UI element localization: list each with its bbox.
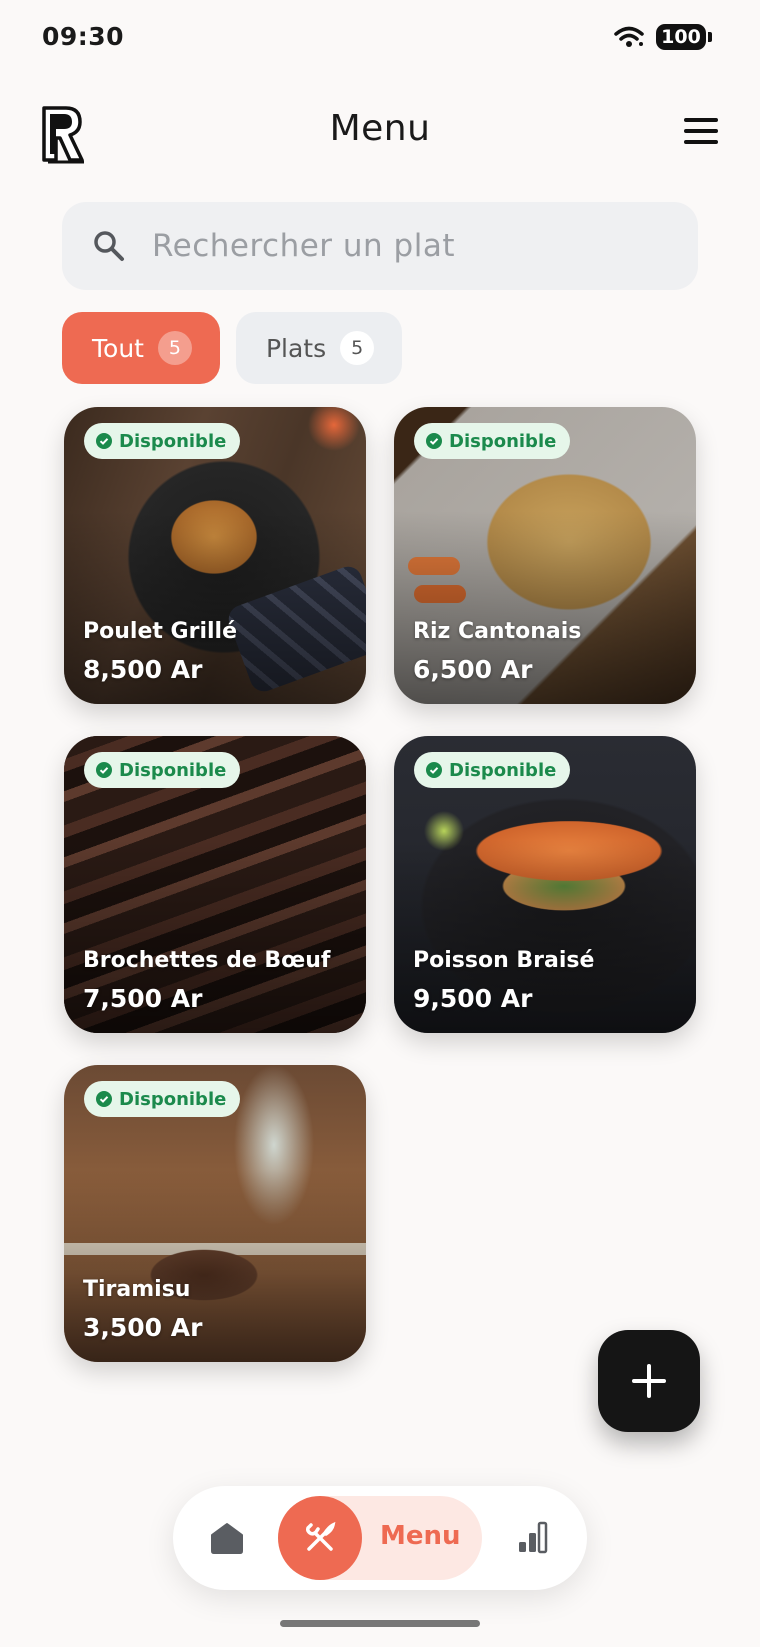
search-icon xyxy=(92,229,126,263)
status-badge: Disponible xyxy=(84,1081,241,1117)
dish-card[interactable]: Disponible Riz Cantonais 6,500 Ar xyxy=(394,407,696,704)
home-icon[interactable] xyxy=(209,1520,245,1556)
filter-chip-label: Plats xyxy=(265,333,327,363)
dish-name: Tiramisu xyxy=(83,1277,191,1302)
utensils-icon xyxy=(278,1496,362,1580)
hamburger-icon[interactable] xyxy=(684,118,718,144)
check-circle-icon xyxy=(96,1091,112,1107)
category-filters: Tout 5 Plats 5 xyxy=(62,312,403,384)
filter-chip-count: 5 xyxy=(340,331,375,365)
dish-price: 6,500 Ar xyxy=(413,655,533,684)
status-bar: 09:30 100 xyxy=(0,0,760,76)
status-badge-label: Disponible xyxy=(449,759,557,781)
nav-item-label: Menu xyxy=(380,1521,461,1551)
nav-item-menu[interactable]: Menu xyxy=(278,1496,482,1580)
filter-chip-count: 5 xyxy=(157,331,192,365)
dish-name: Riz Cantonais xyxy=(413,619,582,644)
header: Menu xyxy=(0,96,760,172)
check-circle-icon xyxy=(426,762,442,778)
status-indicators: 100 xyxy=(614,24,712,50)
dish-card[interactable]: Disponible Tiramisu 3,500 Ar xyxy=(64,1065,366,1362)
status-badge-label: Disponible xyxy=(119,1088,227,1110)
plus-icon xyxy=(632,1364,666,1398)
dish-price: 9,500 Ar xyxy=(413,984,533,1013)
search-input[interactable] xyxy=(152,228,632,264)
dish-price: 7,500 Ar xyxy=(83,984,203,1013)
home-indicator[interactable] xyxy=(280,1620,480,1627)
search-bar[interactable] xyxy=(62,202,698,290)
page-title: Menu xyxy=(329,108,431,149)
status-badge: Disponible xyxy=(84,423,241,459)
battery-icon: 100 xyxy=(656,24,712,50)
check-circle-icon xyxy=(96,433,112,449)
check-circle-icon xyxy=(426,433,442,449)
battery-level: 100 xyxy=(656,24,706,50)
status-time: 09:30 xyxy=(42,22,125,51)
dish-name: Poulet Grillé xyxy=(83,619,237,644)
check-circle-icon xyxy=(96,762,112,778)
filter-chip-label: Tout xyxy=(92,333,144,363)
dish-name: Brochettes de Bœuf xyxy=(83,948,331,973)
status-badge-label: Disponible xyxy=(119,430,227,452)
filter-chip-plats[interactable]: Plats 5 xyxy=(235,312,403,384)
status-badge: Disponible xyxy=(84,752,241,788)
dish-name: Poisson Braisé xyxy=(413,948,595,973)
bottom-nav: Menu xyxy=(173,1486,587,1590)
dish-price: 3,500 Ar xyxy=(83,1313,203,1342)
dish-card[interactable]: Disponible Brochettes de Bœuf 7,500 Ar xyxy=(64,736,366,1033)
dish-price: 8,500 Ar xyxy=(83,655,203,684)
dish-card[interactable]: Disponible Poisson Braisé 9,500 Ar xyxy=(394,736,696,1033)
filter-chip-tout[interactable]: Tout 5 xyxy=(62,312,220,384)
add-dish-button[interactable] xyxy=(598,1330,700,1432)
status-badge: Disponible xyxy=(414,752,571,788)
status-badge: Disponible xyxy=(414,423,571,459)
dish-card[interactable]: Disponible Poulet Grillé 8,500 Ar xyxy=(64,407,366,704)
wifi-icon xyxy=(614,26,644,48)
status-badge-label: Disponible xyxy=(449,430,557,452)
bar-chart-icon[interactable] xyxy=(517,1520,549,1554)
status-badge-label: Disponible xyxy=(119,759,227,781)
